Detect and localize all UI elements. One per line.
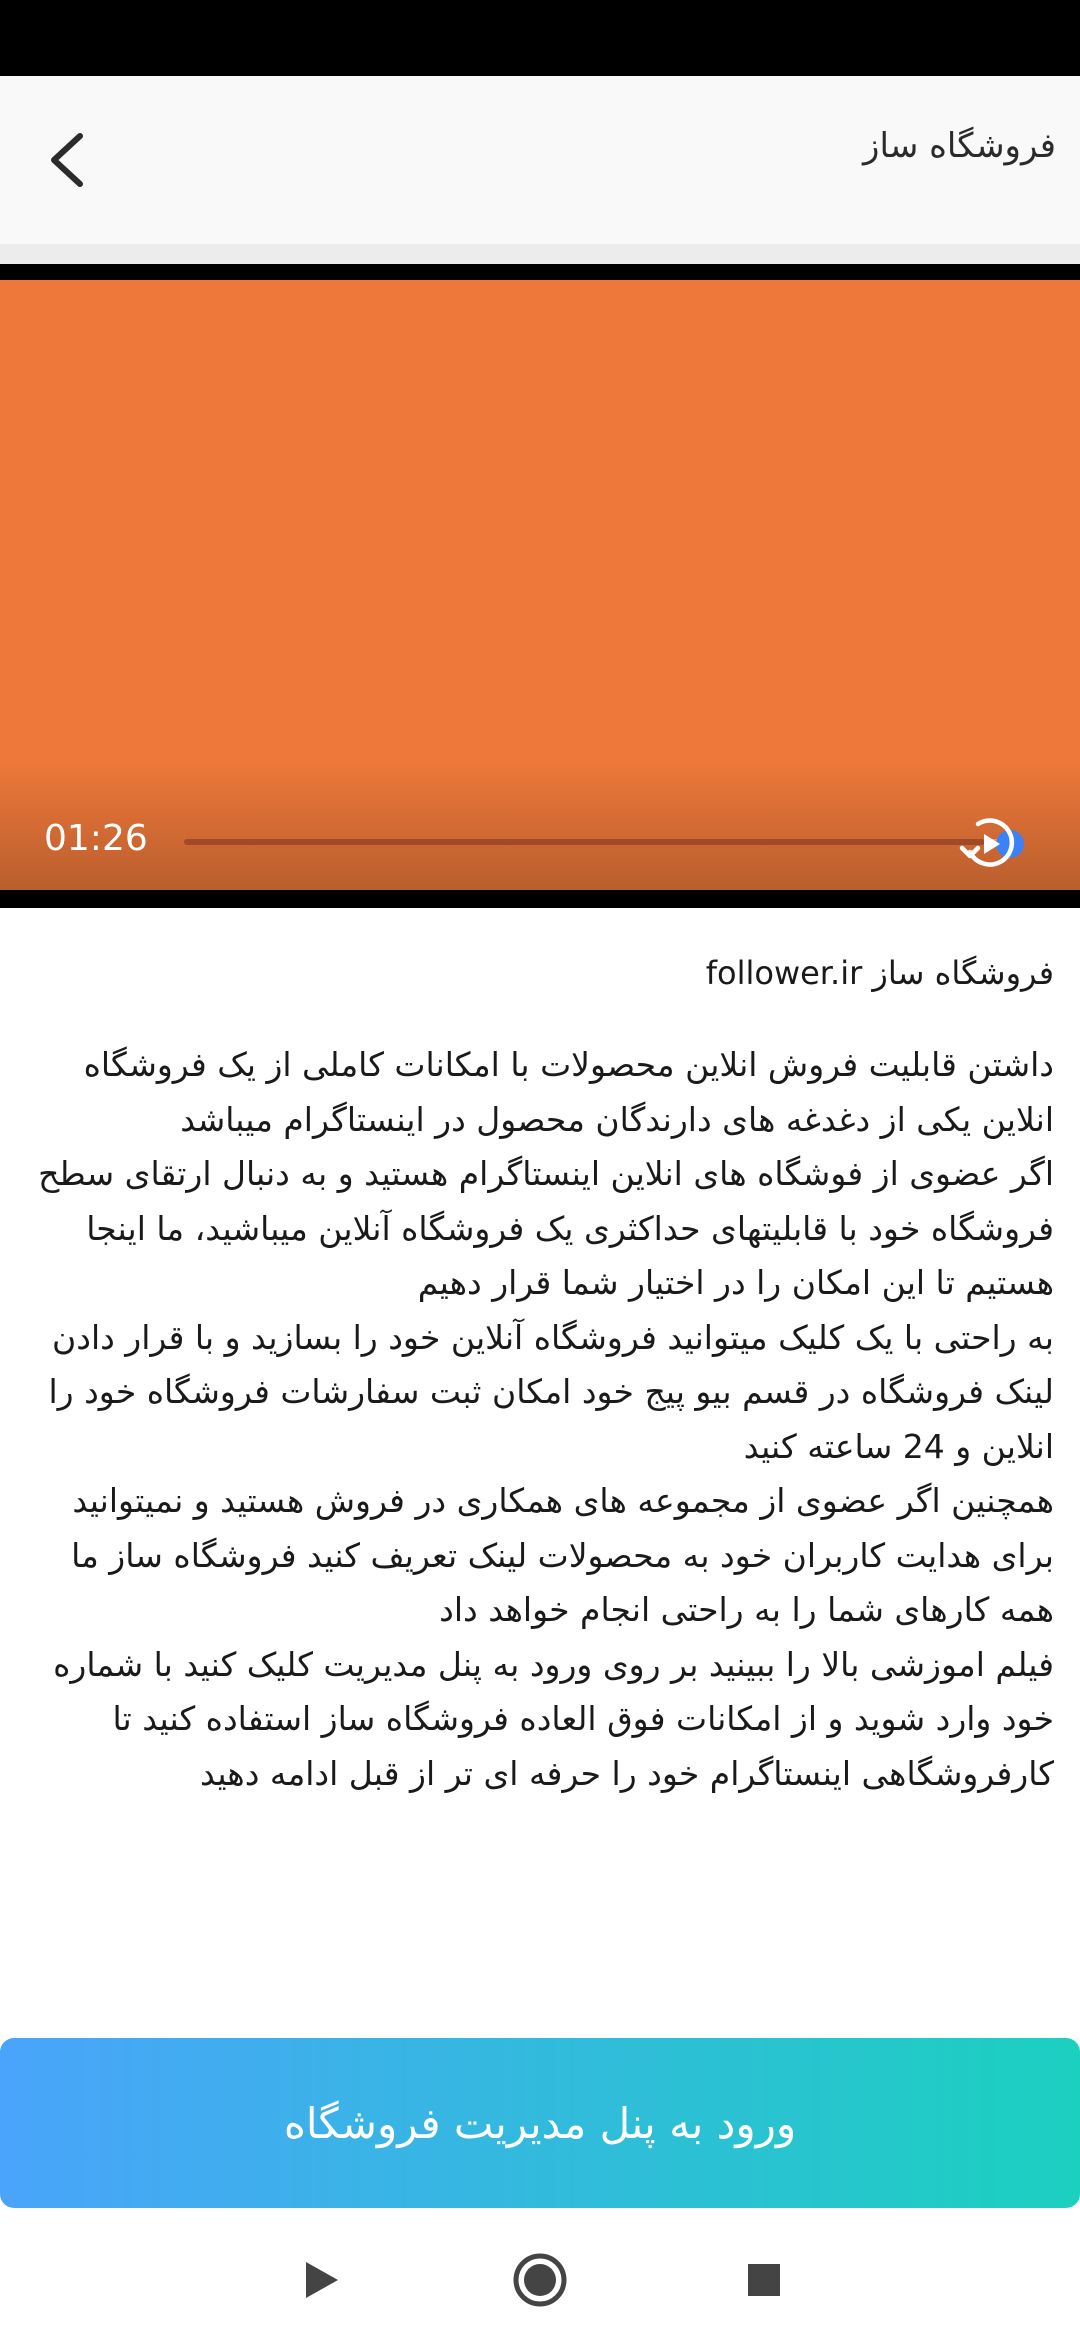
video-seekbar[interactable] [184,839,1010,845]
home-circle-icon [513,2253,567,2307]
nav-back-button[interactable] [284,2244,356,2316]
enter-management-panel-button[interactable]: ورود به پنل مدیریت فروشگاه [0,2038,1080,2208]
chevron-left-icon [51,133,83,187]
video-controls-overlay [0,760,1080,890]
nav-home-button[interactable] [504,2244,576,2316]
video-player[interactable]: 01:26 [0,264,1080,908]
navigation-bar [0,2220,1080,2340]
back-triangle-icon [306,2262,338,2298]
back-button[interactable] [36,114,100,202]
status-bar [0,0,1080,76]
recents-square-icon [748,2264,780,2296]
replay-button[interactable] [958,812,1028,876]
app-bar-divider [0,244,1080,264]
nav-recents-button[interactable] [728,2244,800,2316]
replay-icon [959,818,1024,867]
content-body: داشتن قابلیت فروش انلاین محصولات با امکا… [38,1045,1054,1793]
video-time: 01:26 [44,818,148,859]
video-frame[interactable] [0,280,1080,890]
seekbar-played [184,839,986,845]
app-title: فروشگاه ساز [863,126,1056,166]
app-bar: فروشگاه ساز [0,76,1080,244]
content-title: فروشگاه ساز follower.ir [705,954,1054,992]
content: فروشگاه ساز follower.ir داشتن قابلیت فرو… [24,946,1054,1801]
